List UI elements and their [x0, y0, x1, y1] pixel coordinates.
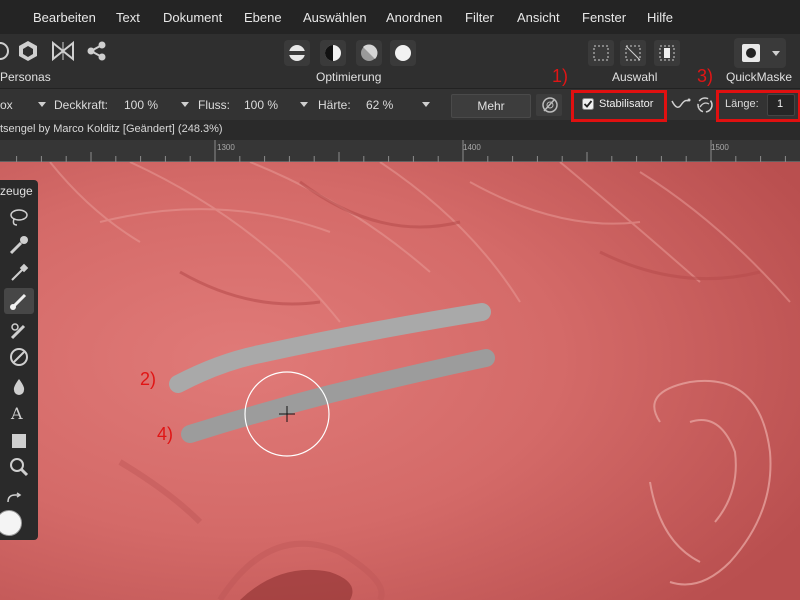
- haerte-field[interactable]: 62 %: [366, 98, 393, 112]
- rope-mode-icon[interactable]: [670, 95, 692, 115]
- personas-label: Personas: [0, 70, 51, 84]
- annotation-3: 3): [697, 66, 714, 86]
- tools-panel: zeuge A: [0, 180, 38, 540]
- fluss-label: Fluss:: [198, 98, 231, 112]
- export-persona-icon[interactable]: [86, 40, 108, 62]
- ruler-ticks: [0, 140, 800, 162]
- brush-select[interactable]: ox: [0, 98, 13, 112]
- auswahl-label: Auswahl: [612, 70, 658, 84]
- annotation-box-laenge: [716, 90, 800, 122]
- quickmaske-label: QuickMaske: [726, 70, 793, 84]
- menu-ebene[interactable]: Ebene: [244, 10, 282, 25]
- wet-edges-button[interactable]: [536, 94, 562, 116]
- menu-fenster[interactable]: Fenster: [582, 10, 626, 25]
- deckkraft-dropdown-icon[interactable]: [181, 102, 189, 107]
- document-tab-bar: tsengel by Marco Kolditz [Geändert] (248…: [0, 120, 800, 140]
- rectangle-tool-icon[interactable]: [8, 430, 30, 452]
- menu-filter[interactable]: Filter: [465, 10, 494, 25]
- liquify-persona-icon[interactable]: [17, 40, 39, 62]
- auto-colors-icon: [361, 44, 378, 61]
- develop-persona-icon[interactable]: [51, 40, 75, 62]
- deckkraft-field[interactable]: 100 %: [124, 98, 158, 112]
- blur-drop-icon[interactable]: [8, 376, 30, 398]
- eyedropper-icon[interactable]: [8, 262, 30, 284]
- horizontal-ruler[interactable]: 1300 1400 1500: [0, 140, 800, 163]
- annotation-4: 4): [157, 424, 174, 444]
- annotation-2: 2): [140, 369, 157, 389]
- zoom-tool-icon[interactable]: [8, 456, 30, 478]
- invert-selection-button[interactable]: [654, 40, 680, 66]
- deselect-button[interactable]: [620, 40, 646, 66]
- auto-white-balance-button[interactable]: [390, 40, 416, 66]
- freehand-selection-icon[interactable]: [8, 206, 30, 228]
- paint-brush-icon: [10, 293, 27, 310]
- ruler-label-1300: 1300: [217, 143, 235, 152]
- auto-levels-button[interactable]: [284, 40, 310, 66]
- menu-ansicht[interactable]: Ansicht: [517, 10, 560, 25]
- mehr-button[interactable]: Mehr: [451, 94, 531, 118]
- invert-selection-icon: [659, 45, 675, 61]
- auto-contrast-icon: [325, 45, 341, 61]
- haerte-label: Härte:: [318, 98, 351, 112]
- retouch-icon[interactable]: [8, 346, 30, 368]
- text-tool-icon[interactable]: A: [8, 402, 30, 424]
- marquee-icon: [593, 45, 609, 61]
- optimierung-label: Optimierung: [316, 70, 382, 84]
- quickmask-canvas-image: [0, 162, 800, 600]
- auto-colors-button[interactable]: [356, 40, 382, 66]
- paint-brush-tool[interactable]: [4, 288, 34, 314]
- primary-color-swatch[interactable]: [0, 510, 22, 536]
- mehr-button-label: Mehr: [477, 99, 505, 113]
- menu-hilfe[interactable]: Hilfe: [647, 10, 673, 25]
- document-title[interactable]: tsengel by Marco Kolditz [Geändert] (248…: [0, 123, 223, 135]
- auto-white-balance-icon: [395, 45, 411, 61]
- menu-dokument[interactable]: Dokument: [163, 10, 222, 25]
- menu-bearbeiten[interactable]: Bearbeiten: [33, 10, 96, 25]
- quickmask-icon: [742, 44, 760, 62]
- select-all-button[interactable]: [588, 40, 614, 66]
- fluss-field[interactable]: 100 %: [244, 98, 278, 112]
- ruler-label-1500: 1500: [711, 143, 729, 152]
- photo-persona-icon[interactable]: [0, 40, 14, 62]
- context-toolbar: ox Deckkraft: 100 % Fluss: 100 % Härte: …: [0, 88, 800, 121]
- color-picker-icon[interactable]: [8, 234, 30, 256]
- ruler-label-1400: 1400: [463, 143, 481, 152]
- quickmask-dropdown-icon[interactable]: [772, 51, 780, 56]
- tools-panel-title: zeuge: [0, 184, 33, 198]
- window-mode-icon[interactable]: [694, 95, 716, 115]
- menu-anordnen[interactable]: Anordnen: [386, 10, 442, 25]
- quickmask-button[interactable]: [734, 38, 786, 68]
- brush-dropdown-icon[interactable]: [38, 102, 46, 107]
- svg-text:A: A: [10, 404, 23, 423]
- annotation-box-stabilisator: [571, 90, 667, 122]
- annotation-1: 1): [552, 66, 569, 86]
- fluss-dropdown-icon[interactable]: [300, 102, 308, 107]
- menu-text[interactable]: Text: [116, 10, 140, 25]
- haerte-dropdown-icon[interactable]: [422, 102, 430, 107]
- auto-levels-icon: [289, 45, 305, 61]
- deselect-icon: [625, 45, 641, 61]
- deckkraft-label: Deckkraft:: [54, 98, 109, 112]
- wet-edges-icon: [542, 97, 558, 113]
- main-toolbar: Personas Optimierung Auswahl QuickMaske: [0, 34, 800, 88]
- clone-brush-icon[interactable]: [8, 320, 30, 342]
- document-canvas[interactable]: [0, 162, 800, 600]
- menu-bar: Bearbeiten Text Dokument Ebene Auswählen…: [0, 0, 800, 34]
- auto-contrast-button[interactable]: [320, 40, 346, 66]
- menu-auswaehlen[interactable]: Auswählen: [303, 10, 367, 25]
